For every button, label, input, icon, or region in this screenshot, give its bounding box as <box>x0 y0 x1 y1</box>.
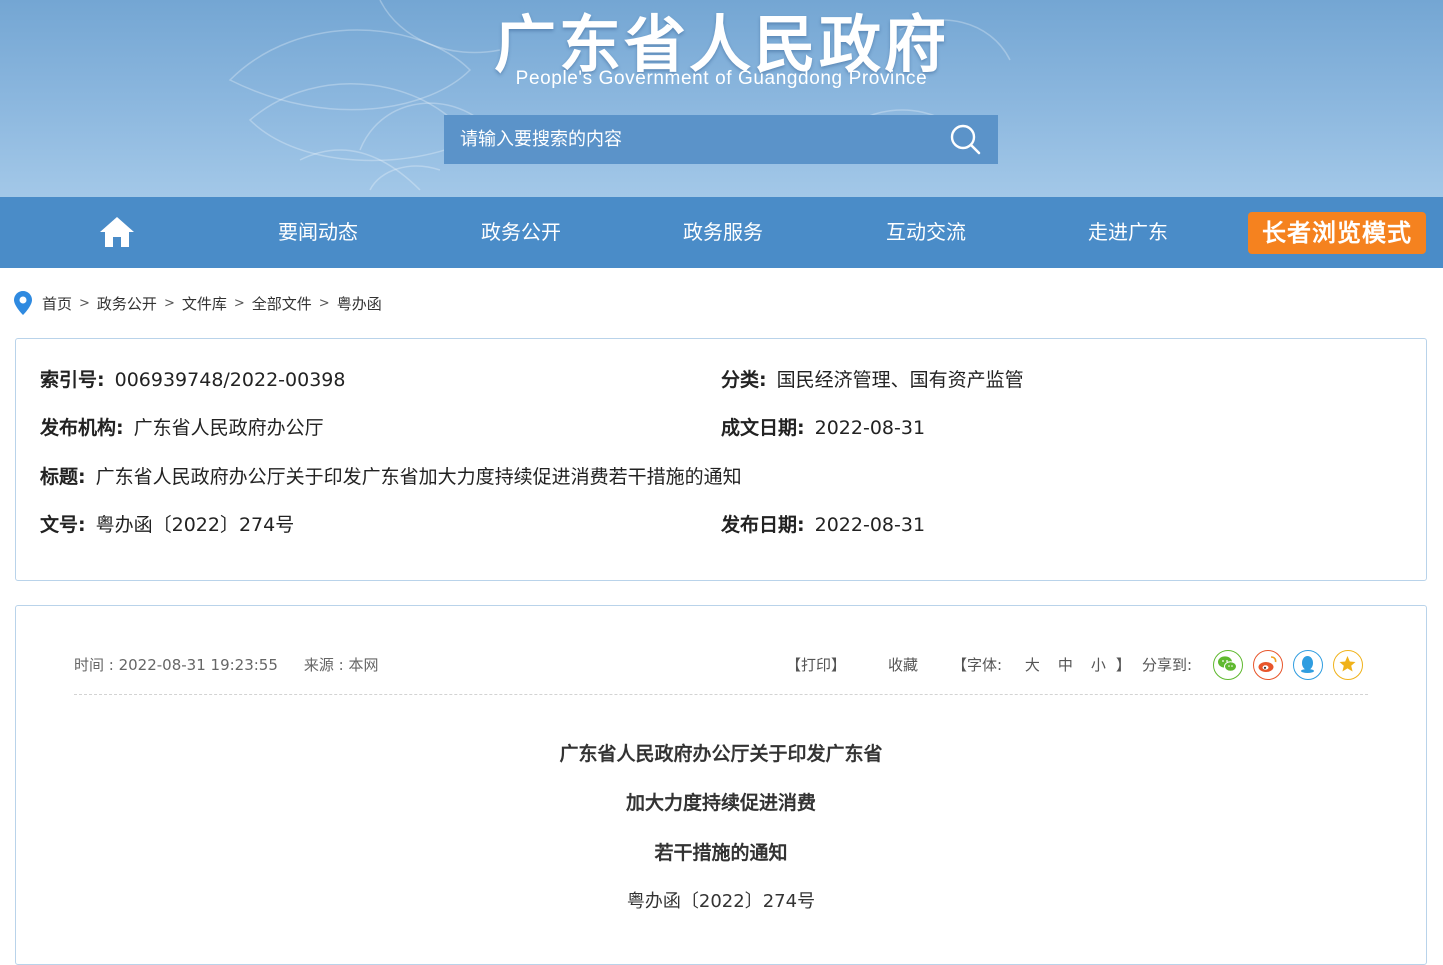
font-size-controls: 【字体: 大中小】 <box>952 654 1131 675</box>
publish-date-label: 发布日期: <box>721 514 805 536</box>
breadcrumb-document-library[interactable]: 文件库 <box>182 293 227 314</box>
print-button[interactable]: 【打印】 <box>786 654 846 675</box>
favorite-star-icon[interactable] <box>1333 650 1363 680</box>
title-value: 广东省人民政府办公厅关于印发广东省加大力度持续促进消费若干措施的通知 <box>95 466 742 488</box>
search-input[interactable] <box>444 115 934 164</box>
document-title-line-3: 若干措施的通知 <box>654 842 788 864</box>
main-nav: 要闻动态 政务公开 政务服务 互动交流 走进广东 <box>0 197 1443 268</box>
breadcrumb: 首页 > 政务公开 > 文件库 > 全部文件 > 粤办函 <box>14 290 382 316</box>
written-date-value: 2022-08-31 <box>814 417 926 439</box>
written-date-label: 成文日期: <box>721 417 805 439</box>
category-row: 分类: 国民经济管理、国有资产监管 <box>721 365 1024 392</box>
nav-item-about-guangdong[interactable]: 走进广东 <box>1058 197 1198 268</box>
publisher-value: 广东省人民政府办公厅 <box>133 417 324 439</box>
elder-mode-button[interactable]: 长者浏览模式 <box>1248 212 1426 254</box>
index-number-row: 索引号: 006939748/2022-00398 <box>40 365 345 392</box>
favorite-button[interactable]: 收藏 <box>888 654 918 675</box>
doc-number-value: 粤办函〔2022〕274号 <box>95 514 295 536</box>
breadcrumb-separator: > <box>318 295 330 311</box>
font-size-label: 【字体: <box>952 656 1007 674</box>
written-date-row: 成文日期: 2022-08-31 <box>721 413 925 440</box>
publish-time: 时间 : 2022-08-31 19:23:55 <box>74 656 278 674</box>
title-label: 标题: <box>40 466 86 488</box>
location-pin-icon <box>14 291 32 315</box>
nav-item-gov-services[interactable]: 政务服务 <box>653 197 793 268</box>
article-panel: 时间 : 2022-08-31 19:23:55 来源 : 本网 【打印】 收藏 … <box>15 605 1427 965</box>
share-label: 分享到: <box>1142 656 1193 674</box>
publish-date-value: 2022-08-31 <box>814 514 926 536</box>
publisher-label: 发布机构: <box>40 417 124 439</box>
publish-date-row: 发布日期: 2022-08-31 <box>721 510 925 537</box>
nav-item-interaction[interactable]: 互动交流 <box>856 197 996 268</box>
site-banner: 广东省人民政府 People's Government of Guangdong… <box>0 0 1443 197</box>
nav-item-gov-affairs-open[interactable]: 政务公开 <box>451 197 591 268</box>
index-number-value: 006939748/2022-00398 <box>114 369 346 391</box>
document-info-box: 索引号: 006939748/2022-00398 分类: 国民经济管理、国有资产监… <box>15 338 1427 581</box>
weibo-icon[interactable] <box>1253 650 1283 680</box>
breadcrumb-separator: > <box>233 295 245 311</box>
title-row: 标题: 广东省人民政府办公厅关于印发广东省加大力度持续促进消费若干措施的通知 <box>40 462 742 489</box>
document-title-line-2: 加大力度持续促进消费 <box>625 792 816 814</box>
document-number: 粤办函〔2022〕274号 <box>626 891 816 912</box>
breadcrumb-separator: > <box>79 295 90 311</box>
font-size-small-button[interactable]: 小 <box>1091 656 1106 674</box>
meta-divider <box>74 694 1368 695</box>
breadcrumb-separator: > <box>163 295 175 311</box>
article-source: 来源 : 本网 <box>303 656 379 674</box>
document-title-line-1: 广东省人民政府办公厅关于印发广东省 <box>559 743 883 765</box>
breadcrumb-all-documents[interactable]: 全部文件 <box>252 293 312 314</box>
article-meta: 时间 : 2022-08-31 19:23:55 来源 : 本网 <box>74 654 379 675</box>
font-size-medium-button[interactable]: 中 <box>1058 656 1073 674</box>
publisher-row: 发布机构: 广东省人民政府办公厅 <box>40 413 324 440</box>
breadcrumb-gov-affairs-open[interactable]: 政务公开 <box>97 293 157 314</box>
doc-number-label: 文号: <box>40 514 86 536</box>
breadcrumb-current[interactable]: 粤办函 <box>337 293 382 314</box>
search-icon[interactable] <box>948 123 984 157</box>
index-number-label: 索引号: <box>40 369 105 391</box>
font-size-bracket: 】 <box>1115 656 1131 674</box>
category-value: 国民经济管理、国有资产监管 <box>776 369 1024 391</box>
font-size-large-button[interactable]: 大 <box>1025 656 1040 674</box>
site-subtitle: People's Government of Guangdong Provinc… <box>515 68 928 89</box>
nav-item-news[interactable]: 要闻动态 <box>248 197 388 268</box>
qq-icon[interactable] <box>1293 650 1323 680</box>
home-icon[interactable] <box>98 215 136 249</box>
category-label: 分类: <box>721 369 767 391</box>
doc-number-row: 文号: 粤办函〔2022〕274号 <box>40 510 294 537</box>
search-box <box>444 115 998 164</box>
breadcrumb-home[interactable]: 首页 <box>42 293 72 314</box>
wechat-icon[interactable] <box>1213 650 1243 680</box>
